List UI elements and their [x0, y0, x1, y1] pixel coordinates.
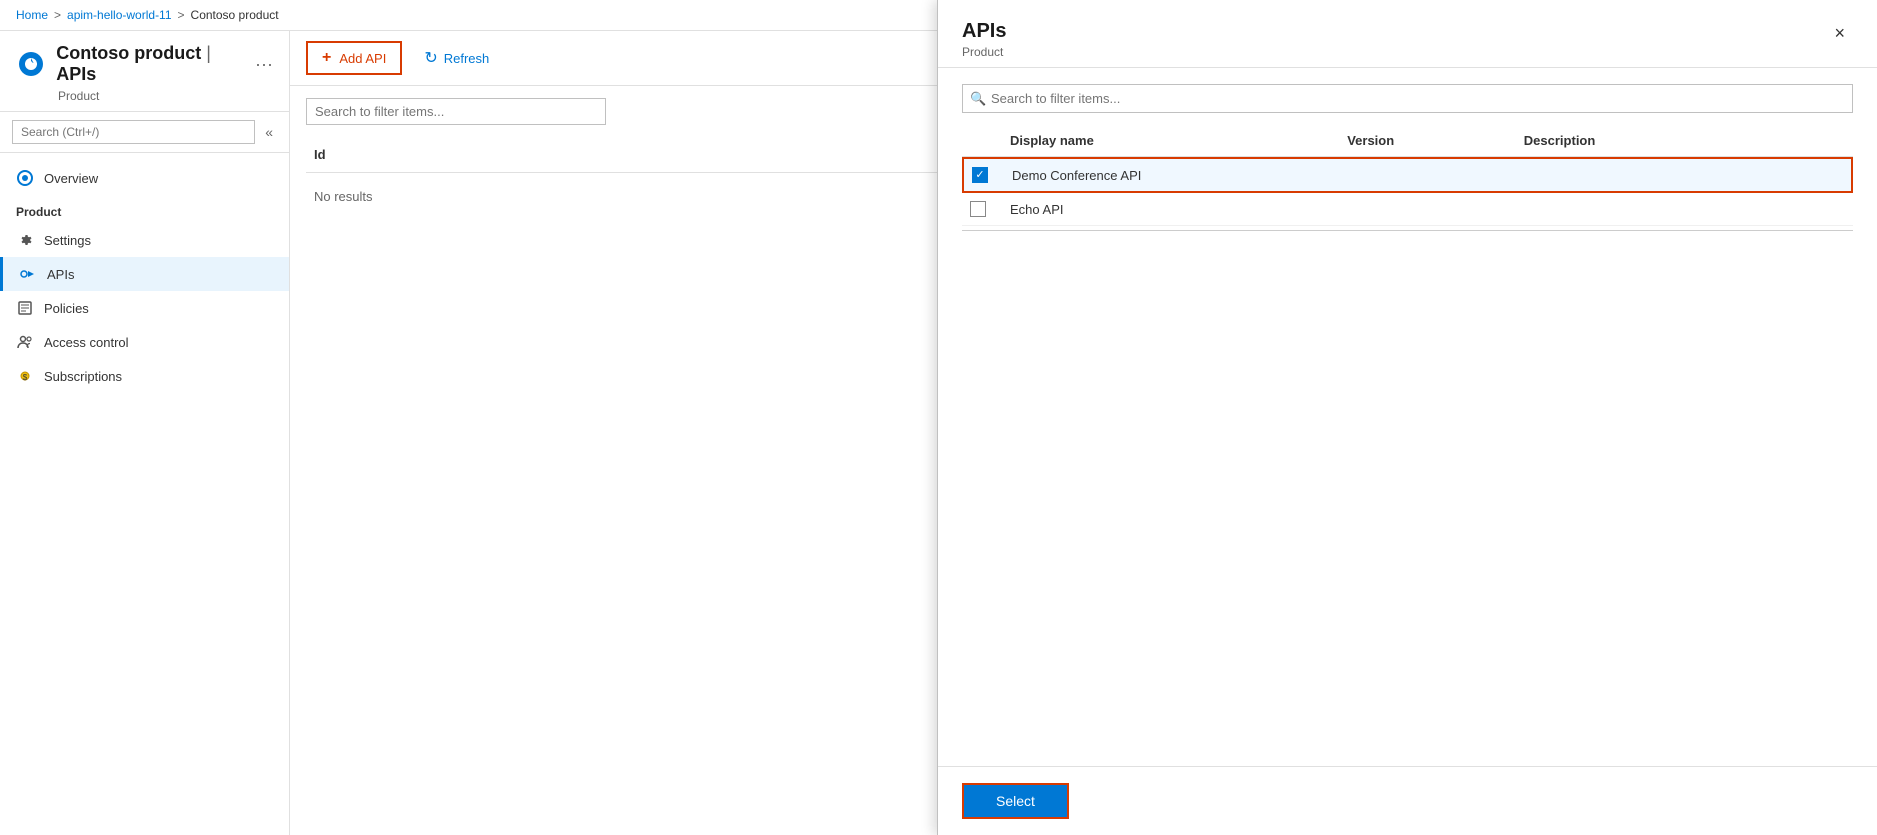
sidebar-item-access-control[interactable]: Access control — [0, 325, 289, 359]
page-title: Contoso product | APIs — [56, 43, 245, 85]
table-row[interactable]: Demo Conference API — [962, 157, 1853, 193]
echo-api-checkbox[interactable] — [970, 201, 986, 217]
sidebar: Contoso product | APIs ··· Product « Ove… — [0, 31, 290, 835]
sidebar-item-subscriptions[interactable]: $ Subscriptions — [0, 359, 289, 393]
panel-table-header: Display name Version Description — [962, 125, 1853, 157]
echo-api-name: Echo API — [1002, 202, 1339, 217]
sidebar-item-settings[interactable]: Settings — [0, 223, 289, 257]
panel-footer: Select — [938, 766, 1877, 835]
sidebar-item-policies[interactable]: Policies — [0, 291, 289, 325]
sidebar-item-apis[interactable]: APIs — [0, 257, 289, 291]
breadcrumb-current: Contoso product — [191, 8, 279, 22]
panel-table: Display name Version Description Demo Co… — [962, 125, 1853, 750]
sidebar-item-apis-label: APIs — [47, 267, 74, 282]
refresh-button[interactable]: ↻ Refresh — [410, 42, 503, 74]
refresh-icon: ↻ — [424, 48, 437, 68]
demo-conference-checkbox-cell — [964, 167, 1004, 183]
sidebar-item-policies-label: Policies — [44, 301, 89, 316]
demo-conference-name: Demo Conference API — [1004, 168, 1340, 183]
panel-header: APIs Product × — [938, 0, 1877, 68]
gear-icon — [16, 231, 34, 249]
col-header-display-name: Display name — [1002, 133, 1339, 148]
sidebar-search-row: « — [0, 112, 289, 153]
sidebar-item-overview[interactable]: Overview — [0, 161, 289, 195]
api-panel: APIs Product × 🔍 Display name Version De… — [937, 0, 1877, 835]
col-header-description: Description — [1516, 133, 1853, 148]
breadcrumb-home[interactable]: Home — [16, 8, 48, 22]
content-search-input[interactable] — [306, 98, 606, 125]
more-options-icon[interactable]: ··· — [255, 54, 273, 75]
api-icon — [19, 265, 37, 283]
breadcrumb-apim[interactable]: apim-hello-world-11 — [67, 8, 171, 22]
panel-body: 🔍 Display name Version Description Demo … — [938, 68, 1877, 766]
product-icon — [16, 48, 46, 80]
panel-search-row: 🔍 — [962, 84, 1853, 113]
add-api-button[interactable]: + Add API — [306, 41, 402, 75]
table-row[interactable]: Echo API — [962, 193, 1853, 226]
select-button[interactable]: Select — [962, 783, 1069, 819]
sidebar-item-access-control-label: Access control — [44, 335, 129, 350]
panel-title: APIs — [962, 20, 1006, 43]
add-api-label: Add API — [339, 51, 386, 66]
panel-search-input[interactable] — [962, 84, 1853, 113]
panel-search-icon: 🔍 — [970, 91, 986, 107]
demo-conference-checkbox[interactable] — [972, 167, 988, 183]
access-control-icon — [16, 333, 34, 351]
page-subtitle: Product — [58, 89, 273, 103]
plus-icon: + — [322, 49, 331, 67]
col-header-version: Version — [1339, 133, 1516, 148]
collapse-sidebar-button[interactable]: « — [261, 122, 277, 142]
echo-api-checkbox-cell — [962, 201, 1002, 217]
refresh-label: Refresh — [444, 51, 490, 66]
overview-icon — [16, 169, 34, 187]
panel-close-button[interactable]: × — [1826, 20, 1853, 46]
sidebar-item-settings-label: Settings — [44, 233, 91, 248]
sidebar-search-input[interactable] — [12, 120, 255, 144]
svg-text:$: $ — [23, 373, 28, 382]
panel-subtitle: Product — [962, 45, 1006, 59]
sidebar-nav: Overview Product Settings — [0, 153, 289, 835]
policy-icon — [16, 299, 34, 317]
divider — [962, 230, 1853, 231]
subscription-icon: $ — [16, 367, 34, 385]
sidebar-item-overview-label: Overview — [44, 171, 98, 186]
sidebar-header: Contoso product | APIs ··· Product — [0, 31, 289, 112]
sidebar-item-subscriptions-label: Subscriptions — [44, 369, 122, 384]
sidebar-section-product: Product — [0, 195, 289, 223]
